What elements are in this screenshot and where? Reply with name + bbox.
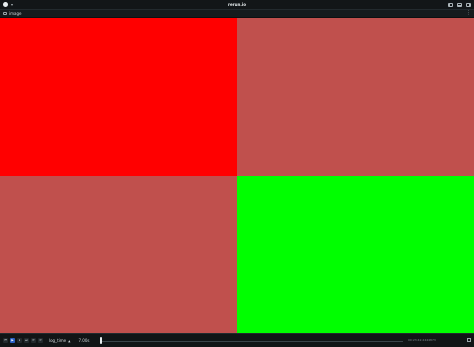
tab-image[interactable]: image xyxy=(0,10,21,17)
image-cell-bottom-right xyxy=(237,176,474,333)
rerun-logo-icon[interactable] xyxy=(3,2,8,7)
end-time: 00:23:42.2444873 xyxy=(408,338,436,342)
kebab-menu-icon[interactable]: ⋮ xyxy=(466,10,471,17)
timeline-selector[interactable]: log_time ▲ xyxy=(49,338,70,343)
current-time[interactable]: 7.00s xyxy=(78,338,89,343)
time-panel: ⏮ ▶ ⏸ ⏭ ⟳ ↺ log_time ▲ 7.00s 00:23:42.24… xyxy=(0,333,474,347)
play-button[interactable]: ▶ xyxy=(10,338,15,343)
loop-button[interactable]: ⟳ xyxy=(31,338,36,343)
panel-toggles xyxy=(448,0,471,9)
left-panel-icon[interactable] xyxy=(448,2,453,7)
tab-label: image xyxy=(9,11,22,16)
right-panel-icon[interactable] xyxy=(466,2,471,7)
skip-start-button[interactable]: ⏮ xyxy=(3,338,8,343)
fullscreen-icon[interactable] xyxy=(467,338,471,342)
app-title: rerun.io xyxy=(228,2,246,7)
pause-button[interactable]: ⏸ xyxy=(17,338,22,343)
image-viewport[interactable] xyxy=(0,18,474,333)
image-cell-top-right xyxy=(237,18,474,176)
caret-up-icon: ▲ xyxy=(68,338,71,343)
playback-controls: ⏮ ▶ ⏸ ⏭ ⟳ ↺ xyxy=(0,338,43,343)
timeline-track[interactable] xyxy=(101,341,403,342)
playhead[interactable] xyxy=(100,337,102,344)
image-view-icon xyxy=(3,12,7,15)
timeline-name: log_time xyxy=(49,338,67,343)
follow-button[interactable]: ↺ xyxy=(38,338,43,343)
image-cell-top-left xyxy=(0,18,237,176)
title-bar: ▾ rerun.io xyxy=(0,0,474,10)
bottom-panel-icon[interactable] xyxy=(457,2,462,7)
view-tab-bar: image ⋮ xyxy=(0,10,474,17)
app-menu[interactable]: ▾ xyxy=(0,2,13,7)
image-cell-bottom-left xyxy=(0,176,237,333)
skip-end-button[interactable]: ⏭ xyxy=(24,338,29,343)
chevron-down-icon[interactable]: ▾ xyxy=(11,2,13,7)
